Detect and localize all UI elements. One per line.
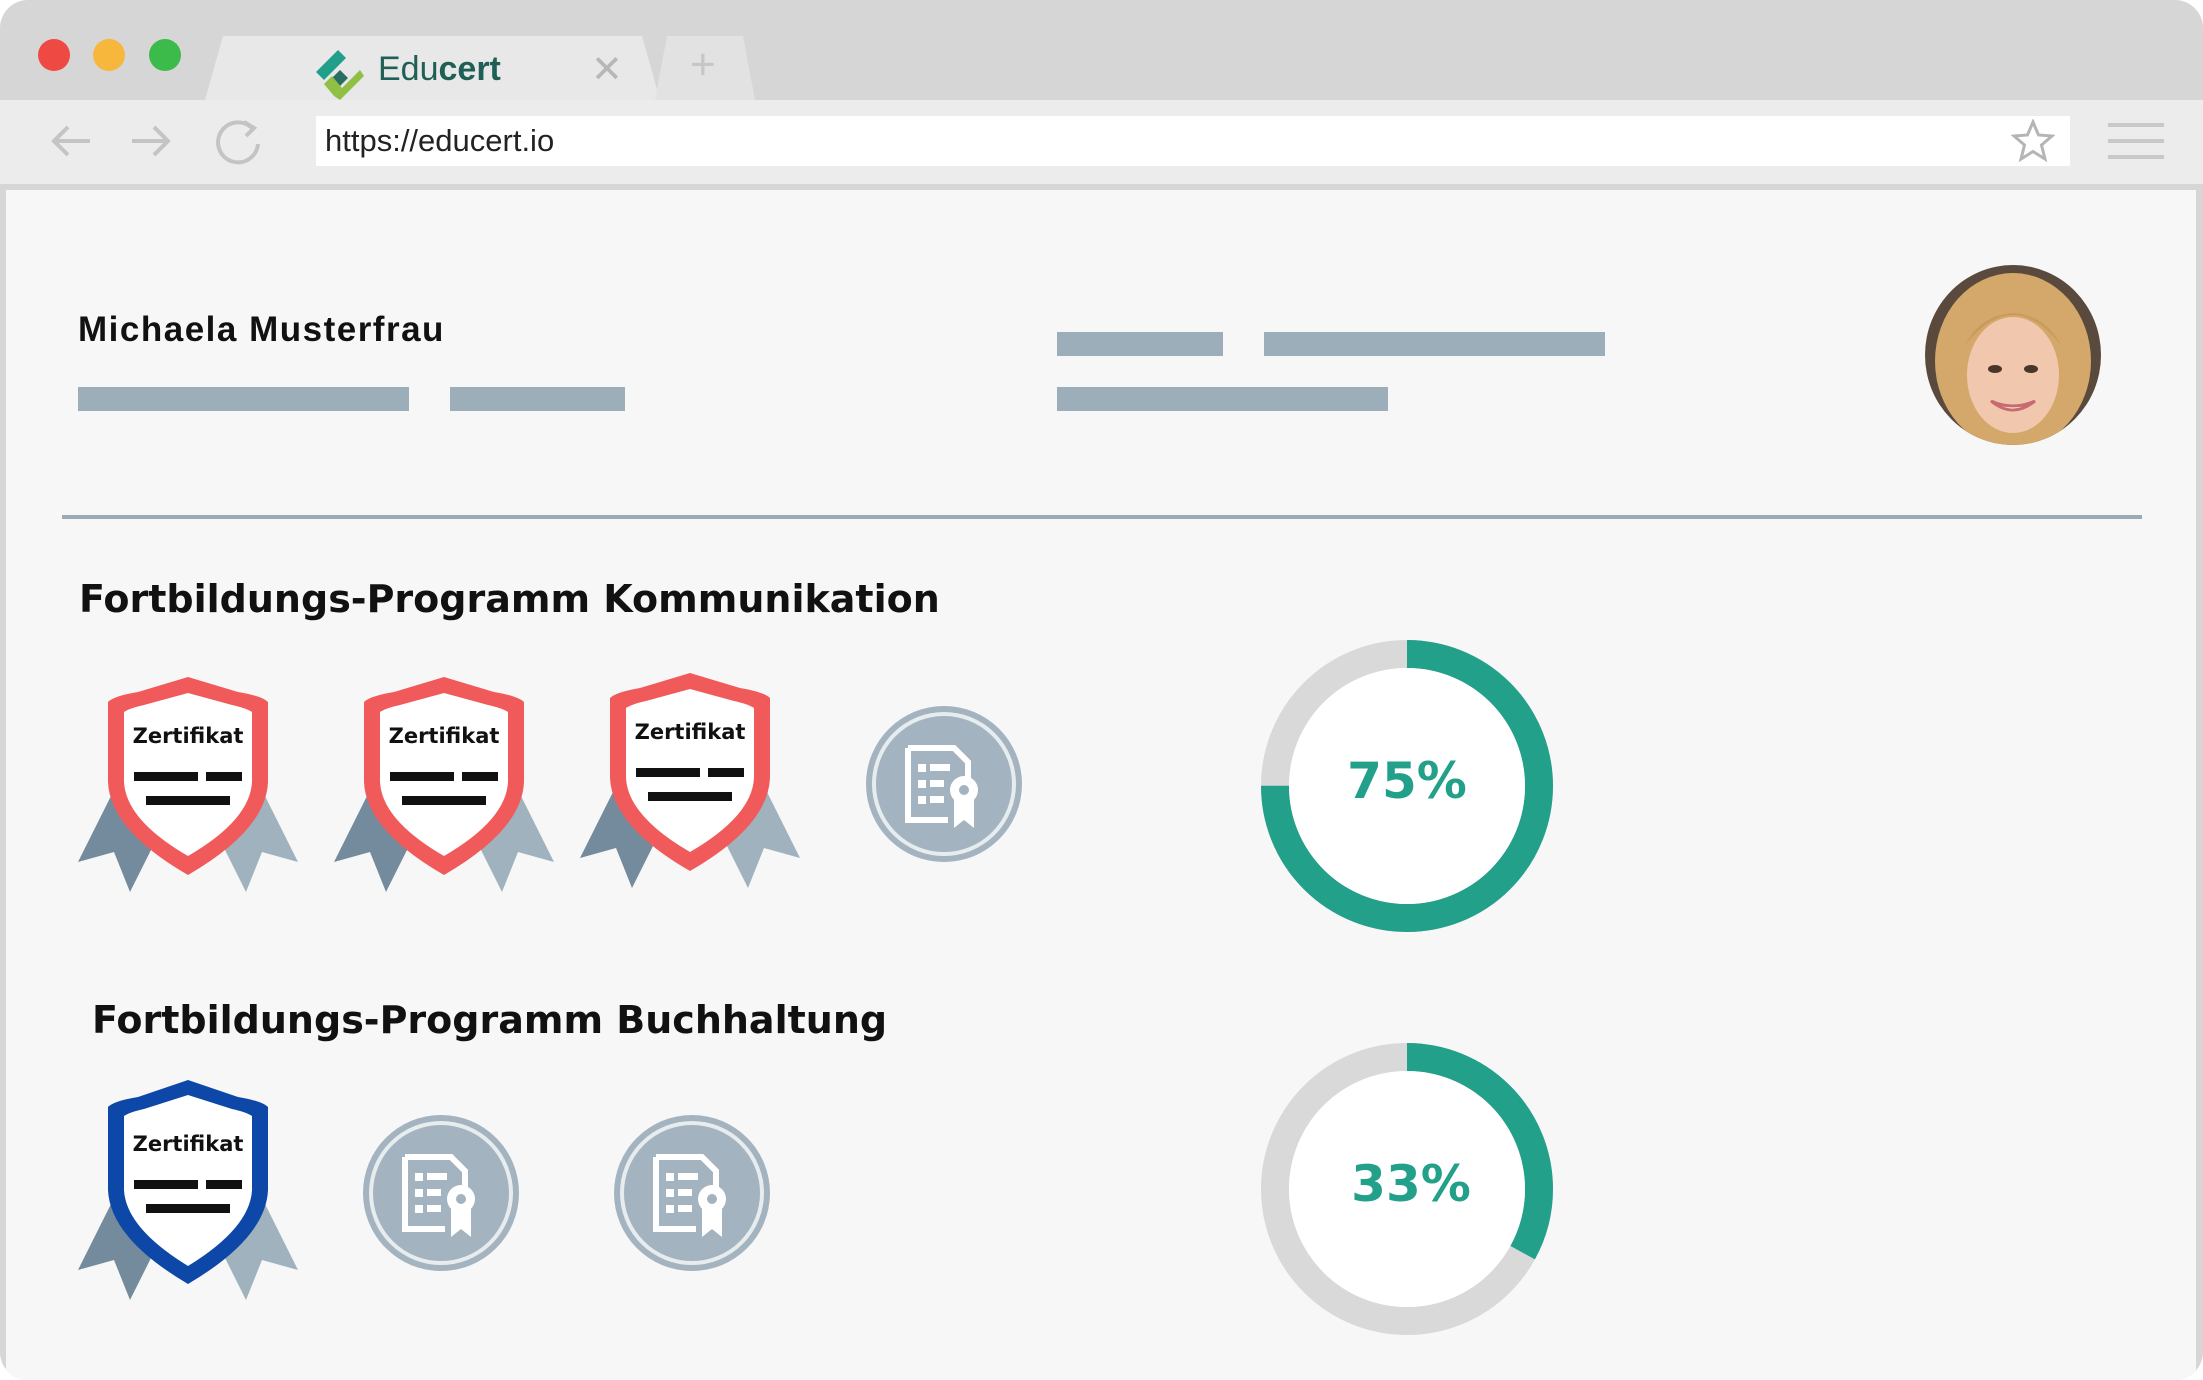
address-bar[interactable] (316, 116, 2070, 166)
new-tab-plus-icon[interactable]: + (690, 40, 716, 90)
hamburger-menu-icon[interactable] (2108, 121, 2164, 161)
close-window-button[interactable] (38, 39, 70, 71)
program-title-kommunikation: Fortbildungs-Programm Kommunikation (79, 577, 940, 621)
certificate-badge-earned[interactable] (580, 668, 800, 898)
minimize-window-button[interactable] (93, 39, 125, 71)
certificate-badge-earned[interactable] (78, 1080, 298, 1310)
forward-arrow-icon[interactable] (126, 116, 176, 166)
url-text[interactable]: https://educert.io (325, 123, 554, 159)
certificate-locked-icon[interactable] (361, 1113, 521, 1273)
certificate-badge-earned[interactable] (334, 672, 554, 902)
reload-icon[interactable] (212, 114, 266, 168)
educert-logo-icon (316, 50, 364, 100)
tab-title: Educert (378, 50, 501, 88)
program-title-buchhaltung: Fortbildungs-Programm Buchhaltung (92, 998, 888, 1042)
certificate-label: Zertifikat (132, 1132, 244, 1156)
certificate-label: Zertifikat (132, 724, 244, 748)
certificate-label: Zertifikat (388, 724, 500, 748)
profile-name: Michaela Musterfrau (78, 310, 445, 349)
progress-percent: 75% (1347, 752, 1467, 810)
bookmark-star-icon[interactable] (2011, 119, 2055, 163)
avatar[interactable] (1925, 265, 2101, 445)
placeholder-bar (78, 387, 409, 411)
maximize-window-button[interactable] (149, 39, 181, 71)
tab-close-icon[interactable]: ✕ (591, 47, 623, 92)
placeholder-bar (450, 387, 625, 411)
placeholder-bar (1057, 332, 1223, 356)
section-divider (62, 515, 2142, 519)
placeholder-bar (1057, 387, 1388, 411)
certificate-locked-icon[interactable] (864, 704, 1024, 864)
certificate-badge-earned[interactable] (78, 672, 298, 902)
certificate-locked-icon[interactable] (612, 1113, 772, 1273)
placeholder-bar (1264, 332, 1605, 356)
progress-percent: 33% (1351, 1155, 1471, 1213)
back-arrow-icon[interactable] (46, 116, 96, 166)
browser-window: Educert ✕ + https://educert.io (0, 0, 2203, 1380)
certificate-label: Zertifikat (634, 720, 746, 744)
